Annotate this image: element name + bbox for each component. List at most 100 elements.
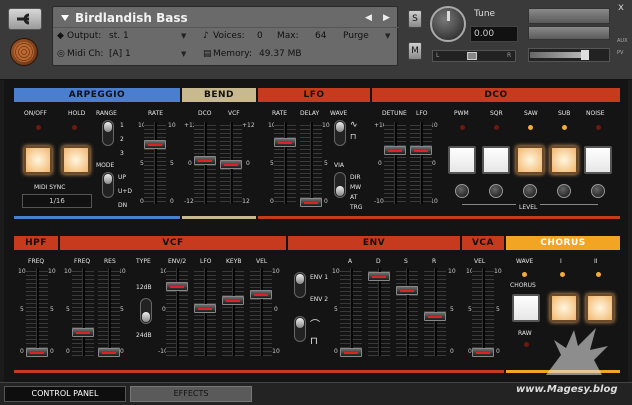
bend-dco-fader[interactable] [194, 156, 216, 165]
output-label: Output: [67, 31, 102, 41]
volume-slider[interactable] [528, 48, 610, 62]
vcf-lfo-fader[interactable] [194, 304, 216, 313]
dco-sqr-button[interactable] [482, 146, 510, 174]
env-release-fader[interactable] [424, 312, 446, 321]
vcf-type-24db: 24dB [136, 332, 152, 339]
bend-vcf-fader[interactable] [220, 160, 242, 169]
close-icon[interactable]: x [618, 2, 624, 13]
dco-lfo-fader[interactable] [410, 146, 432, 155]
chorus-raw-led [524, 342, 529, 347]
dco-saw-level-knob[interactable] [523, 184, 537, 198]
voices-value: 0 [257, 31, 263, 41]
vcf-env2-fader[interactable] [166, 282, 188, 291]
env-sustain-fader[interactable] [396, 286, 418, 295]
env-curve-exp-icon: ⌒ [310, 320, 320, 331]
lfo-via-dir: DIR [350, 174, 361, 181]
midi-dropdown-icon[interactable]: ▼ [181, 50, 186, 58]
dco-saw-button[interactable] [516, 146, 544, 174]
pan-slider[interactable]: L R [432, 50, 516, 62]
env-curve-switch[interactable] [294, 316, 306, 342]
griffin-watermark-logo [546, 328, 608, 375]
lfo-wave-switch[interactable] [334, 120, 346, 146]
dco-detune-fader[interactable] [384, 146, 406, 155]
env2-label: ENV 2 [310, 296, 329, 303]
arp-range-2: 2 [120, 136, 124, 143]
lfo-via-at: AT [350, 194, 358, 201]
lfo-wave-shapes-icon: ∿ [350, 120, 358, 130]
arp-range-3: 3 [120, 150, 124, 157]
purge-dropdown-icon[interactable]: ▼ [385, 32, 390, 40]
dco-sub-led [562, 125, 567, 130]
vcf-keyb-fader[interactable] [222, 296, 244, 305]
vcf-freq-fader[interactable] [72, 328, 94, 337]
lfo-delay-fader[interactable] [300, 198, 322, 207]
dco-noise-label: NOISE [586, 110, 605, 117]
instrument-name[interactable]: Birdlandish Bass [75, 11, 188, 25]
chorus-i-button[interactable] [550, 294, 578, 322]
chorus-ii-button[interactable] [586, 294, 614, 322]
dco-noise-button[interactable] [584, 146, 612, 174]
env-header: ENV [288, 236, 460, 250]
purge-button[interactable]: Purge [343, 31, 369, 41]
tune-label: Tune [474, 9, 496, 19]
level-meter-left [528, 8, 610, 24]
chorus-wave-button[interactable] [512, 294, 540, 322]
arp-onoff-button[interactable] [24, 146, 52, 174]
arp-mode-ud: U+D [118, 188, 133, 195]
dco-noise-level-knob[interactable] [591, 184, 605, 198]
vcf-freq-label: FREQ [74, 258, 91, 265]
arp-hold-button[interactable] [62, 146, 90, 174]
dco-sub-label: SUB [558, 110, 571, 117]
dco-sqr-level-knob[interactable] [489, 184, 503, 198]
mute-button[interactable]: M [408, 42, 422, 60]
pv-button[interactable]: PV [617, 50, 623, 56]
hpf-freq-fader[interactable] [26, 348, 48, 357]
arp-mode-up: UP [118, 174, 127, 181]
output-dropdown-icon[interactable]: ▼ [181, 32, 186, 40]
chorus-i-led [560, 272, 565, 277]
tab-effects[interactable]: EFFECTS [130, 386, 252, 402]
pan-slider-thumb[interactable] [467, 52, 477, 60]
vcf-type-switch[interactable] [140, 298, 152, 324]
dco-pwm-level-knob[interactable] [455, 184, 469, 198]
lfo-via-trg: TRG [350, 204, 363, 211]
chorus-wave-led [522, 272, 527, 277]
env-attack-fader[interactable] [340, 348, 362, 357]
arp-rate-fader[interactable] [144, 140, 166, 149]
tab-control-panel[interactable]: CONTROL PANEL [4, 386, 126, 402]
output-value[interactable]: st. 1 [109, 31, 129, 41]
midi-sync-value[interactable]: 1/16 [22, 194, 92, 208]
aux-button[interactable]: AUX [617, 38, 628, 44]
arp-range-label: RANGE [96, 110, 117, 117]
max-voices-value[interactable]: 64 [315, 31, 326, 41]
lfo-via-switch[interactable] [334, 172, 346, 198]
dco-pwm-button[interactable] [448, 146, 476, 174]
next-instrument-icon[interactable]: ▶ [383, 13, 390, 23]
dco-sub-level-knob[interactable] [557, 184, 571, 198]
env-decay-fader[interactable] [368, 272, 390, 281]
dco-detune-label: DETUNE [382, 110, 407, 117]
chorus-raw-label: RAW [518, 330, 532, 337]
vcf-vel-fader[interactable] [250, 290, 272, 299]
wrench-icon[interactable] [8, 8, 42, 30]
vcf-res-label: RES [104, 258, 116, 265]
arp-range-switch[interactable] [102, 120, 114, 146]
instrument-menu-icon[interactable] [61, 15, 69, 21]
dco-saw-label: SAW [524, 110, 538, 117]
tune-knob[interactable] [430, 6, 466, 42]
dco-sub-button[interactable] [550, 146, 578, 174]
dco-pwm-label: PWM [454, 110, 469, 117]
env-r-label: R [432, 258, 437, 265]
tune-value[interactable]: 0.00 [470, 26, 518, 42]
solo-button[interactable]: S [408, 10, 422, 28]
dco-pwm-led [460, 125, 465, 130]
lfo-rate-fader[interactable] [274, 138, 296, 147]
prev-instrument-icon[interactable]: ◀ [365, 13, 372, 23]
midi-channel-value[interactable]: [A] 1 [109, 49, 131, 59]
vca-vel-fader[interactable] [472, 348, 494, 357]
volume-slider-thumb[interactable] [581, 50, 589, 60]
env-select-switch[interactable] [294, 272, 306, 298]
arp-onoff-label: ON/OFF [24, 110, 47, 117]
vcf-res-fader[interactable] [98, 348, 120, 357]
arp-mode-switch[interactable] [102, 172, 114, 198]
